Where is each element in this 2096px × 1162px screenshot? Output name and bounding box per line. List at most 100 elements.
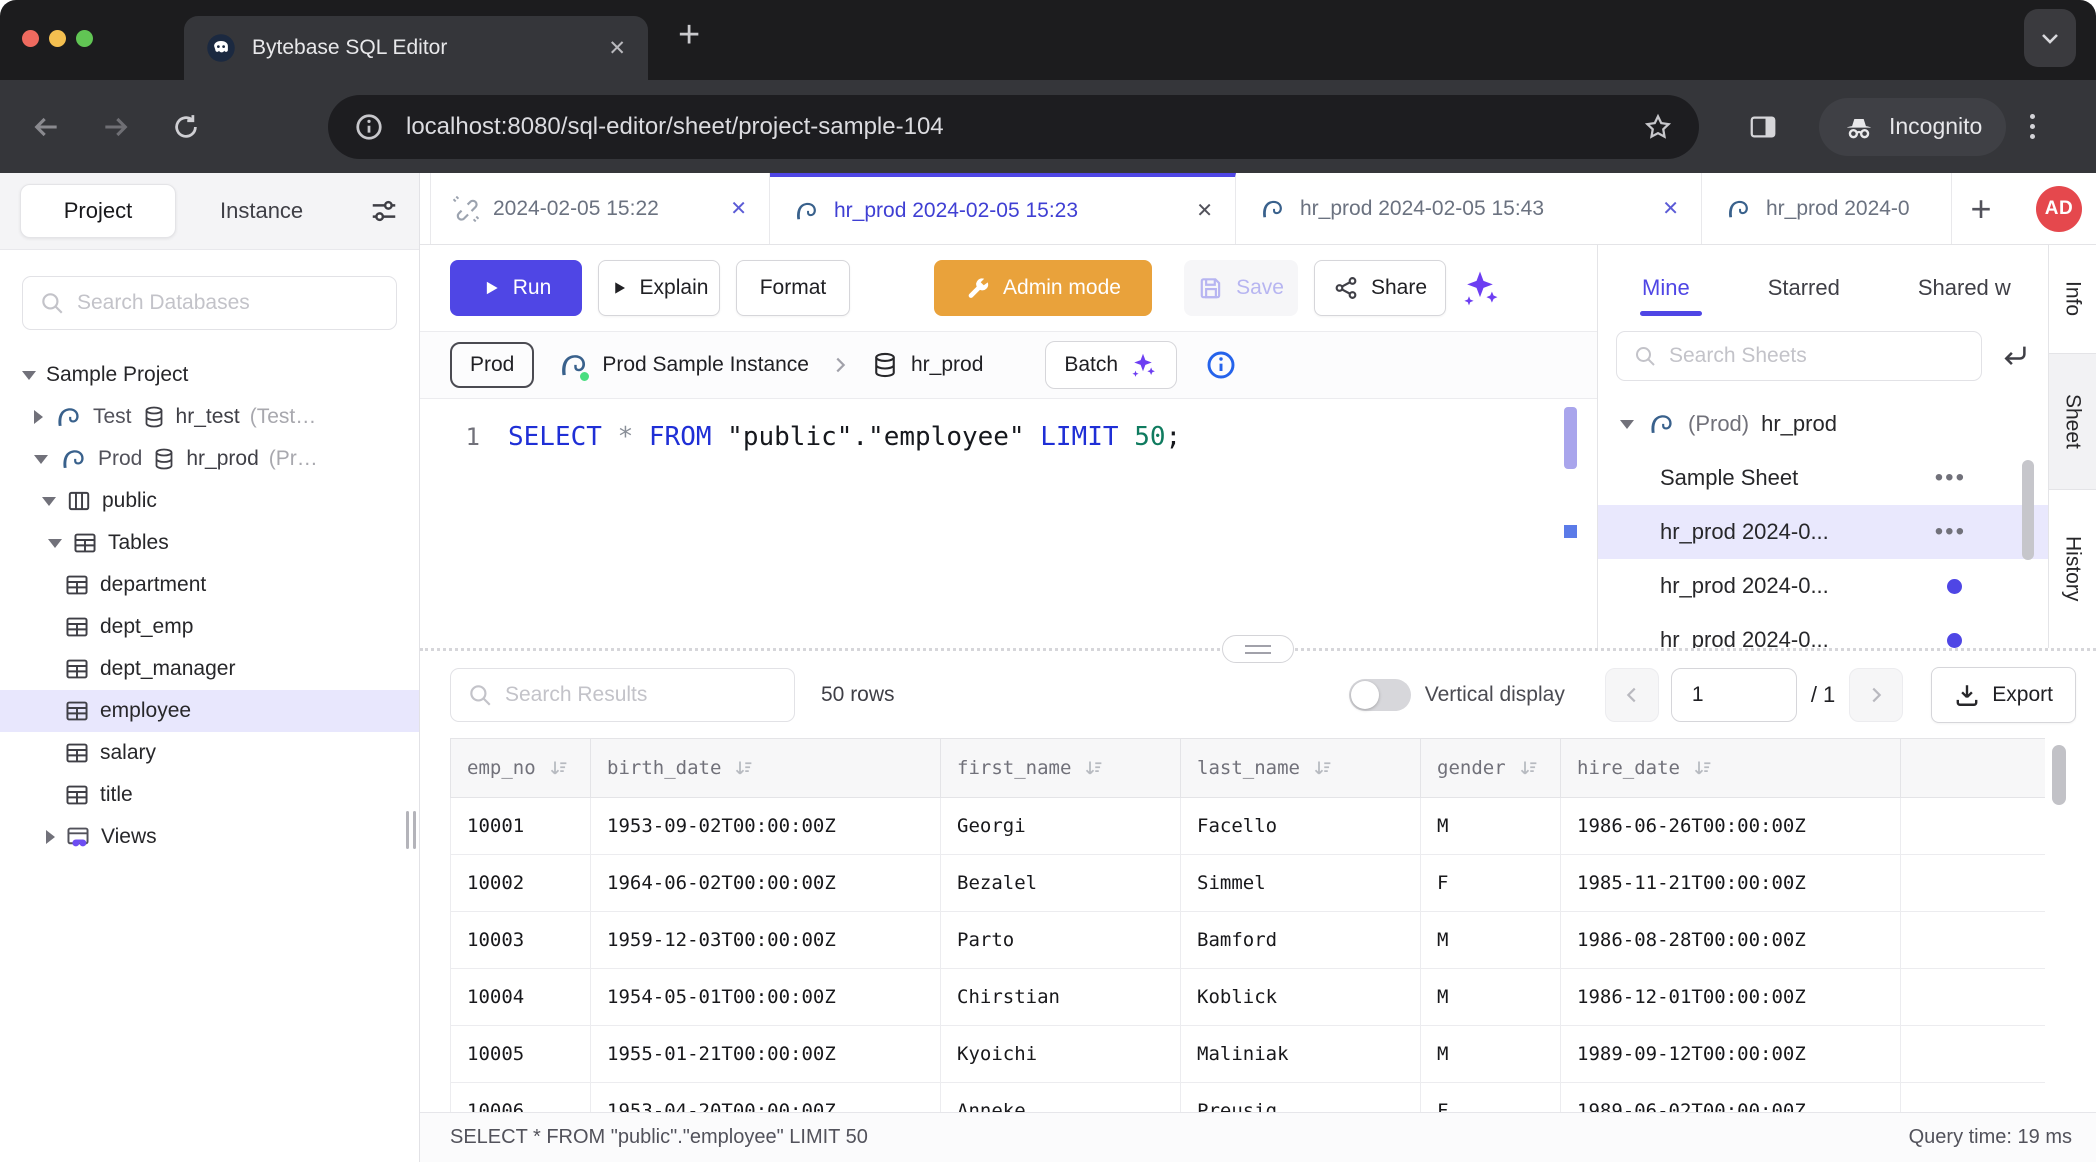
sort-icon[interactable] xyxy=(548,758,569,779)
tab-instance[interactable]: Instance xyxy=(220,198,303,224)
cell[interactable]: F xyxy=(1421,1083,1561,1113)
minimize-window-button[interactable] xyxy=(49,30,66,47)
editor-tab-2-active[interactable]: hr_prod 2024-02-05 15:23 ✕ xyxy=(770,173,1236,244)
sheet-item-sample[interactable]: Sample Sheet ••• xyxy=(1598,451,2048,505)
sql-editor[interactable]: 1 SELECT * FROM "public"."employee" LIMI… xyxy=(420,399,1597,648)
zoom-window-button[interactable] xyxy=(76,30,93,47)
cell[interactable]: Bezalel xyxy=(941,855,1181,912)
caret-down-icon[interactable] xyxy=(34,455,48,464)
run-button[interactable]: Run xyxy=(450,260,582,316)
tab-mine[interactable]: Mine xyxy=(1642,275,1690,301)
rail-tab-info[interactable]: Info xyxy=(2049,245,2096,353)
cell[interactable]: Bamford xyxy=(1181,912,1421,969)
tab-starred[interactable]: Starred xyxy=(1768,275,1840,301)
cell[interactable]: Parto xyxy=(941,912,1181,969)
table-row[interactable]: 100051955-01-21T00:00:00ZKyoichiMaliniak… xyxy=(451,1026,2046,1083)
browser-menu-button[interactable] xyxy=(2030,114,2035,139)
cell[interactable]: Maliniak xyxy=(1181,1026,1421,1083)
sheet-menu-icon[interactable]: ••• xyxy=(1935,464,1966,492)
tree-item-table-dept-manager[interactable]: dept_manager xyxy=(0,648,419,690)
caret-right-icon[interactable] xyxy=(46,830,55,844)
sheet-list-scrollbar[interactable] xyxy=(2022,460,2034,560)
tree-item-table-department[interactable]: department xyxy=(0,564,419,606)
cell[interactable]: Preusig xyxy=(1181,1083,1421,1113)
new-sheet-tab-button[interactable]: + xyxy=(1952,173,2010,244)
cell[interactable]: Kyoichi xyxy=(941,1026,1181,1083)
cell[interactable]: 10001 xyxy=(451,798,591,855)
close-tab-icon[interactable]: ✕ xyxy=(1196,198,1213,223)
results-search[interactable] xyxy=(450,668,795,722)
cell[interactable]: Georgi xyxy=(941,798,1181,855)
table-row[interactable]: 100031959-12-03T00:00:00ZPartoBamfordM19… xyxy=(451,912,2046,969)
results-resize-handle[interactable] xyxy=(1222,635,1294,663)
explain-button[interactable]: Explain xyxy=(598,260,720,316)
instance-name[interactable]: Prod Sample Instance xyxy=(602,353,809,377)
database-search[interactable] xyxy=(22,276,397,330)
tab-search-chevron-button[interactable] xyxy=(2024,9,2076,67)
database-search-input[interactable] xyxy=(77,291,380,315)
forward-button[interactable] xyxy=(98,109,134,145)
caret-down-icon[interactable] xyxy=(48,539,62,548)
results-search-input[interactable] xyxy=(505,683,778,707)
admin-mode-button[interactable]: Admin mode xyxy=(934,260,1152,316)
prev-page-button[interactable] xyxy=(1605,668,1659,722)
cell[interactable]: Chirstian xyxy=(941,969,1181,1026)
page-number-input[interactable] xyxy=(1671,668,1797,722)
sidebar-resize-handle[interactable] xyxy=(406,811,416,849)
table-row[interactable]: 100061953-04-20T00:00:00ZAnnekePreusigF1… xyxy=(451,1083,2046,1113)
sheet-item-unsaved-1[interactable]: hr_prod 2024-0... xyxy=(1598,559,2048,613)
cell[interactable]: M xyxy=(1421,912,1561,969)
user-avatar[interactable]: AD xyxy=(2036,186,2082,232)
database-name[interactable]: hr_prod xyxy=(911,353,983,377)
close-tab-icon[interactable]: ✕ xyxy=(730,196,747,221)
cell[interactable]: Koblick xyxy=(1181,969,1421,1026)
table-row[interactable]: 100011953-09-02T00:00:00ZGeorgiFacelloM1… xyxy=(451,798,2046,855)
bookmark-star-icon[interactable] xyxy=(1643,112,1673,142)
sheet-search-input[interactable] xyxy=(1669,344,1965,368)
results-scrollbar-thumb[interactable] xyxy=(2052,745,2066,805)
cell[interactable]: 1985-11-21T00:00:00Z xyxy=(1561,855,1901,912)
tree-item-instance-test[interactable]: Test hr_test (Test… xyxy=(0,396,419,438)
column-header-last-name[interactable]: last_name xyxy=(1181,739,1421,798)
next-page-button[interactable] xyxy=(1849,668,1903,722)
column-header-hire-date[interactable]: hire_date xyxy=(1561,739,1901,798)
cell[interactable]: 1959-12-03T00:00:00Z xyxy=(591,912,941,969)
cell[interactable]: 1955-01-21T00:00:00Z xyxy=(591,1026,941,1083)
tree-item-table-employee[interactable]: employee xyxy=(0,690,419,732)
vertical-display-toggle[interactable] xyxy=(1349,679,1411,711)
cell[interactable]: 10002 xyxy=(451,855,591,912)
cell[interactable]: 1986-06-26T00:00:00Z xyxy=(1561,798,1901,855)
sort-icon[interactable] xyxy=(1692,758,1713,779)
sort-icon[interactable] xyxy=(1518,758,1539,779)
cell[interactable]: Simmel xyxy=(1181,855,1421,912)
tree-item-tables-group[interactable]: Tables xyxy=(0,522,419,564)
cell[interactable]: 1953-09-02T00:00:00Z xyxy=(591,798,941,855)
caret-down-icon[interactable] xyxy=(22,371,36,380)
ai-sparkle-icon[interactable] xyxy=(1458,266,1502,310)
tree-item-table-salary[interactable]: salary xyxy=(0,732,419,774)
editor-tab-4[interactable]: hr_prod 2024-0 xyxy=(1702,173,1952,244)
browser-tab[interactable]: Bytebase SQL Editor ✕ xyxy=(184,16,648,80)
cell[interactable]: 10003 xyxy=(451,912,591,969)
url-text[interactable]: localhost:8080/sql-editor/sheet/project-… xyxy=(406,113,1643,141)
url-bar[interactable]: localhost:8080/sql-editor/sheet/project-… xyxy=(328,95,1699,159)
cell[interactable]: 1989-06-02T00:00:00Z xyxy=(1561,1083,1901,1113)
tree-item-schema-public[interactable]: public xyxy=(0,480,419,522)
editor-scrollbar-thumb[interactable] xyxy=(1564,407,1577,469)
column-header-birth-date[interactable]: birth_date xyxy=(591,739,941,798)
cell[interactable]: 10005 xyxy=(451,1026,591,1083)
sheet-group-prod-hr-prod[interactable]: (Prod) hr_prod xyxy=(1598,397,2048,451)
cell[interactable]: 1986-08-28T00:00:00Z xyxy=(1561,912,1901,969)
back-button[interactable] xyxy=(28,109,64,145)
cell[interactable]: M xyxy=(1421,969,1561,1026)
tree-item-views-group[interactable]: Views xyxy=(0,816,419,858)
caret-right-icon[interactable] xyxy=(34,410,43,424)
close-tab-icon[interactable]: ✕ xyxy=(1662,196,1679,221)
cell[interactable]: 1953-04-20T00:00:00Z xyxy=(591,1083,941,1113)
tree-item-project[interactable]: Sample Project xyxy=(0,354,419,396)
cell[interactable]: Anneke xyxy=(941,1083,1181,1113)
rail-tab-history[interactable]: History xyxy=(2049,490,2096,648)
sheet-item-selected[interactable]: hr_prod 2024-0... ••• xyxy=(1598,505,2048,559)
share-button[interactable]: Share xyxy=(1314,260,1446,316)
table-row[interactable]: 100041954-05-01T00:00:00ZChirstianKoblic… xyxy=(451,969,2046,1026)
